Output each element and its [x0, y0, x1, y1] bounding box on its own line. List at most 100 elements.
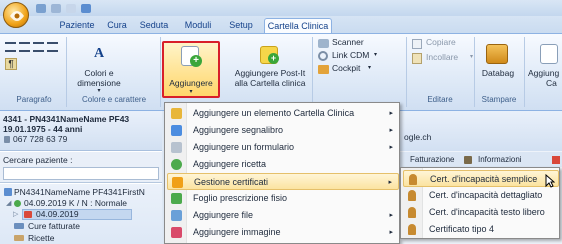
patient-title: 4341 - PN4341NameName PF43	[3, 114, 130, 124]
submenu-item-dettagliato[interactable]: Cert. d'incapacità dettagliato	[403, 187, 559, 204]
chevron-down-icon: ▾	[470, 54, 474, 60]
postit-label-2[interactable]: alla Cartella clinica	[228, 78, 312, 88]
chevron-down-icon: ▾	[368, 65, 372, 71]
postit-label-1[interactable]: Aggiungere Post-It	[228, 68, 312, 78]
font-a-icon: A	[93, 46, 105, 61]
tab-fatturazione[interactable]: Fatturazione	[410, 155, 454, 164]
paste-icon	[412, 53, 422, 64]
ribbon-tabs: Paziente Cura Seduta Moduli Setup Cartel…	[0, 16, 562, 34]
tree-sub-date: 04.09.2019	[36, 209, 79, 219]
app-logo-icon	[10, 11, 24, 21]
tab-cura[interactable]: Cura	[100, 18, 134, 34]
certificate-icon	[172, 177, 183, 188]
physio-icon	[171, 193, 182, 204]
info-icon	[464, 156, 472, 164]
expand-icon[interactable]: ◢	[6, 199, 11, 207]
menu-item-immagine[interactable]: Aggiungere immagine ▸	[167, 224, 399, 241]
link-cdm-button[interactable]: Link CDM	[332, 50, 369, 61]
collapse-icon[interactable]: ▷	[13, 210, 18, 218]
group-label-paragrafo: Paragrafo	[16, 95, 52, 104]
group-label-colore: Colore e carattere	[81, 95, 147, 104]
title-bar	[0, 0, 562, 16]
tree-cure-fatturate[interactable]: Cure fatturate	[28, 221, 80, 231]
scanner-icon	[318, 39, 329, 48]
tab-moduli[interactable]: Moduli	[178, 18, 218, 34]
pilcrow-icon[interactable]: ¶	[5, 58, 17, 70]
group-label-stampare: Stampare	[481, 95, 517, 104]
chevron-down-icon: ▾	[189, 89, 193, 95]
invoice-icon	[14, 223, 24, 229]
menu-item-formulario[interactable]: Aggiungere un formulario ▸	[167, 139, 399, 156]
menu-item-elemento-cartella[interactable]: Aggiungere un elemento Cartella Clinica ▸	[167, 105, 399, 122]
chart-icon[interactable]	[66, 3, 76, 13]
patient-header: 4341 - PN4341NameName PF43 19.01.1975 - …	[0, 111, 162, 151]
tab-seduta[interactable]: Seduta	[134, 18, 174, 34]
calendar-icon	[24, 211, 32, 218]
form-icon	[171, 142, 182, 153]
cockpit-button[interactable]: Cockpit	[332, 63, 360, 74]
menu-item-file[interactable]: Aggiungere file ▸	[167, 207, 399, 224]
redo-icon[interactable]	[51, 3, 61, 13]
image-icon	[171, 227, 182, 238]
copy-icon	[412, 39, 422, 49]
databag-button[interactable]: Databag	[476, 68, 520, 78]
app-orb-button[interactable]	[3, 2, 29, 28]
tree-patient-node[interactable]: PN4341NameName PF4341FirstN	[14, 187, 145, 197]
databag-icon	[486, 44, 508, 64]
cockpit-icon	[318, 65, 329, 74]
person-icon	[409, 174, 417, 185]
submenu-item-tipo-4[interactable]: Certificato tipo 4	[403, 221, 559, 238]
tree-ricette[interactable]: Ricette	[28, 233, 54, 243]
tab-setup[interactable]: Setup	[224, 18, 258, 34]
email-text: ogle.ch	[404, 132, 432, 142]
patient-phone: 067 728 63 79	[13, 134, 68, 144]
link-icon	[318, 51, 328, 61]
recipe-icon	[14, 235, 24, 241]
menu-item-gestione-certificati[interactable]: Gestione certificati ▸	[167, 173, 399, 190]
incollare-button[interactable]: Incollare	[426, 52, 458, 63]
search-label: Cercare paziente :	[3, 155, 73, 165]
chevron-down-icon: ▾	[374, 52, 378, 58]
align-left-button[interactable]	[5, 42, 16, 52]
right-header	[400, 111, 562, 151]
aggiung-cut-label[interactable]: Aggiung	[528, 68, 562, 78]
plus-icon: +	[190, 55, 202, 67]
group-label-editare: Editare	[427, 95, 453, 104]
align-center-button[interactable]	[19, 42, 30, 52]
submenu-item-testo-libero[interactable]: Cert. d'incapacità testo libero	[403, 204, 559, 221]
align-right-button[interactable]	[33, 42, 44, 52]
quick-access-toolbar	[36, 2, 91, 14]
phone-icon	[4, 136, 10, 143]
person-icon	[408, 224, 416, 235]
submenu-item-semplice[interactable]: Cert. d'incapacità semplice	[403, 170, 559, 187]
patient-icon[interactable]	[81, 3, 91, 13]
colori-label-1[interactable]: Colori e	[70, 68, 128, 78]
certificati-submenu: Cert. d'incapacità semplice Cert. d'inca…	[400, 167, 560, 239]
search-input[interactable]	[3, 167, 159, 180]
tree-date-node[interactable]: 04.09.2019 K / N : Normale	[24, 198, 127, 208]
menu-item-segnalibro[interactable]: Aggiungere segnalibro ▸	[167, 122, 399, 139]
mouse-cursor-icon	[545, 174, 555, 188]
patient-node-icon	[4, 188, 12, 196]
separator	[312, 37, 313, 107]
menu-item-ricetta[interactable]: Aggiungere ricetta	[167, 156, 399, 173]
patient-tree: PN4341NameName PF4341FirstN ◢ 04.09.2019…	[0, 184, 162, 244]
justify-button[interactable]	[47, 42, 58, 52]
tab-cartella-clinica[interactable]: Cartella Clinica	[264, 18, 332, 34]
tab-informazioni[interactable]: Informazioni	[478, 155, 522, 164]
clinical-element-icon	[171, 108, 182, 119]
undo-icon[interactable]	[36, 3, 46, 13]
separator	[524, 37, 525, 107]
tab-paziente[interactable]: Paziente	[54, 18, 100, 34]
separator	[160, 37, 161, 107]
ca-cut-label[interactable]: Ca	[546, 78, 562, 88]
menu-item-fisio[interactable]: Foglio prescrizione fisio	[167, 190, 399, 207]
copiare-button[interactable]: Copiare	[426, 37, 456, 48]
prescription-icon	[171, 159, 182, 170]
flag-icon	[552, 156, 560, 164]
scanner-button[interactable]: Scanner	[332, 37, 364, 48]
plus-icon: +	[268, 53, 279, 64]
bookmark-icon	[171, 125, 182, 136]
document-icon	[540, 44, 558, 64]
patient-dob: 19.01.1975 - 44 anni	[3, 124, 83, 134]
